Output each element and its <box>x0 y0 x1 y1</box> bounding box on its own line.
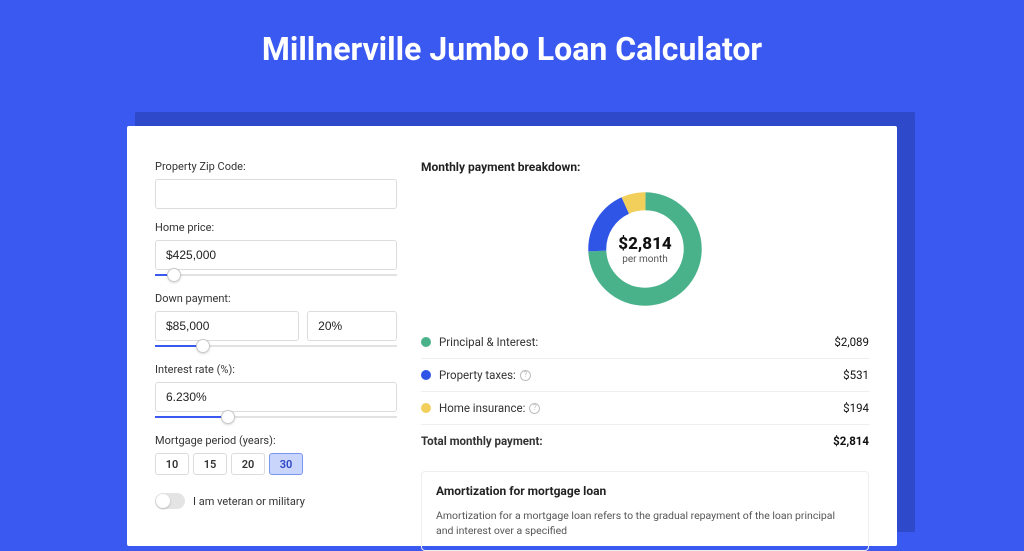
legend-value: $2,089 <box>834 335 869 349</box>
inputs-column: Property Zip Code: Home price: Down paym… <box>155 154 397 546</box>
legend-row: Home insurance:? $194 <box>421 392 869 425</box>
down-payment-label: Down payment: <box>155 292 397 305</box>
interest-rate-label: Interest rate (%): <box>155 363 397 376</box>
slider-thumb-icon[interactable] <box>196 339 210 353</box>
legend-row: Principal & Interest: $2,089 <box>421 326 869 359</box>
down-payment-input[interactable] <box>155 311 299 341</box>
interest-rate-slider[interactable] <box>155 412 397 422</box>
amortization-box: Amortization for mortgage loan Amortizat… <box>421 471 869 551</box>
info-icon[interactable]: ? <box>520 370 531 381</box>
page-title: Millnerville Jumbo Loan Calculator <box>0 0 1024 92</box>
breakdown-title: Monthly payment breakdown: <box>421 160 869 174</box>
period-option-20[interactable]: 20 <box>231 453 265 475</box>
zip-label: Property Zip Code: <box>155 160 397 173</box>
info-icon[interactable]: ? <box>529 403 540 414</box>
results-column: Monthly payment breakdown: $2,814 per mo… <box>421 154 869 546</box>
down-payment-pct-input[interactable] <box>307 311 397 341</box>
period-option-10[interactable]: 10 <box>155 453 189 475</box>
total-value: $2,814 <box>833 434 869 448</box>
slider-thumb-icon[interactable] <box>221 410 235 424</box>
legend-label: Home insurance:? <box>439 401 540 415</box>
donut-sublabel: per month <box>622 254 668 265</box>
amortization-text: Amortization for a mortgage loan refers … <box>436 508 854 538</box>
toggle-knob-icon <box>156 494 170 508</box>
calculator-card: Property Zip Code: Home price: Down paym… <box>127 126 897 546</box>
legend-dot-icon <box>421 337 431 347</box>
period-option-15[interactable]: 15 <box>193 453 227 475</box>
legend-value: $531 <box>843 368 869 382</box>
payment-donut-chart: $2,814 per month <box>582 186 708 312</box>
mortgage-period-group: 10152030 <box>155 453 397 475</box>
amortization-title: Amortization for mortgage loan <box>436 484 854 498</box>
interest-rate-input[interactable] <box>155 382 397 412</box>
home-price-label: Home price: <box>155 221 397 234</box>
donut-amount: $2,814 <box>618 234 671 254</box>
legend-label: Property taxes:? <box>439 368 531 382</box>
total-label: Total monthly payment: <box>421 434 543 448</box>
legend-label: Principal & Interest: <box>439 335 538 349</box>
home-price-input[interactable] <box>155 240 397 270</box>
slider-thumb-icon[interactable] <box>167 268 181 282</box>
legend-value: $194 <box>843 401 869 415</box>
veteran-toggle[interactable] <box>155 493 185 509</box>
legend-dot-icon <box>421 370 431 380</box>
down-payment-slider[interactable] <box>155 341 397 351</box>
zip-input[interactable] <box>155 179 397 209</box>
mortgage-period-label: Mortgage period (years): <box>155 434 397 447</box>
total-row: Total monthly payment: $2,814 <box>421 425 869 457</box>
veteran-label: I am veteran or military <box>193 495 305 508</box>
period-option-30[interactable]: 30 <box>269 453 303 475</box>
legend-dot-icon <box>421 403 431 413</box>
legend-row: Property taxes:? $531 <box>421 359 869 392</box>
home-price-slider[interactable] <box>155 270 397 280</box>
